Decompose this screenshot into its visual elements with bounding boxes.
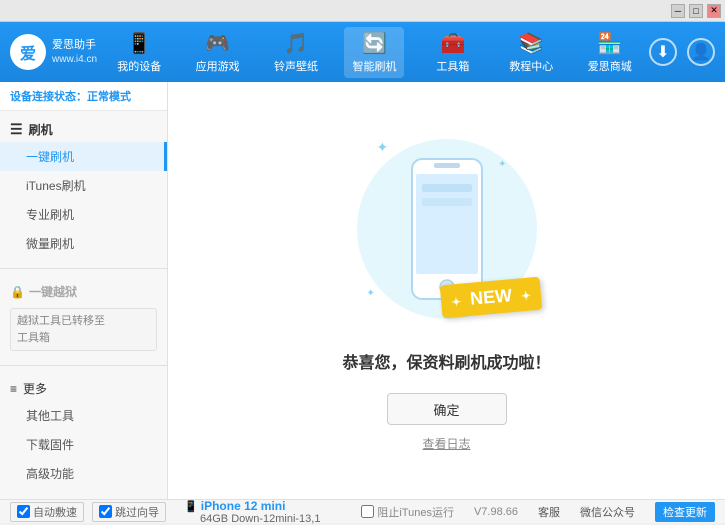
sidebar-item-itunes-flash[interactable]: iTunes刷机 bbox=[0, 171, 167, 200]
logo-icon: 爱 bbox=[10, 34, 46, 70]
nav-tutorial[interactable]: 📚 教程中心 bbox=[501, 27, 561, 78]
ringtone-label: 铃声壁纸 bbox=[274, 58, 318, 74]
title-bar: ─ □ ✕ bbox=[0, 0, 725, 22]
view-log-link[interactable]: 查看日志 bbox=[422, 435, 470, 452]
close-button[interactable]: ✕ bbox=[707, 4, 721, 18]
sidebar-divider-2 bbox=[0, 365, 167, 366]
stop-itunes-checkbox[interactable] bbox=[361, 505, 374, 518]
stop-itunes[interactable]: 阻止iTunes运行 bbox=[361, 504, 454, 520]
sidebar-item-download-firmware[interactable]: 下载固件 bbox=[0, 430, 167, 459]
flash-section-icon: ☰ bbox=[10, 121, 23, 138]
auto-flash-checkbox[interactable]: 自动敷速 bbox=[10, 502, 84, 522]
logo-text: 爱思助手 www.i4.cn bbox=[52, 38, 97, 65]
main-container: 设备连接状态：正常模式 ☰ 刷机 一键刷机 iTunes刷机 专业刷机 微量刷机 bbox=[0, 82, 725, 499]
sparkle-1: ✦ bbox=[377, 139, 389, 156]
window-controls[interactable]: ─ □ ✕ bbox=[671, 4, 721, 18]
smart-flash-label: 智能刷机 bbox=[352, 58, 396, 74]
skip-wizard-checkbox[interactable]: 跳过向导 bbox=[92, 502, 166, 522]
device-name: iPhone 12 mini bbox=[201, 499, 286, 513]
ringtone-icon: 🎵 bbox=[284, 31, 309, 56]
store-icon: 🏪 bbox=[597, 31, 622, 56]
check-update-button[interactable]: 检查更新 bbox=[655, 502, 715, 522]
customer-service-link[interactable]: 客服 bbox=[538, 504, 560, 520]
device-icon: 📱 bbox=[184, 501, 198, 513]
apps-games-icon: 🎮 bbox=[205, 31, 230, 56]
wechat-link[interactable]: 微信公众号 bbox=[580, 504, 635, 520]
user-button[interactable]: 👤 bbox=[687, 38, 715, 66]
auto-flash-input[interactable] bbox=[17, 505, 30, 518]
footer-right: 阻止iTunes运行 V7.98.66 客服 微信公众号 检查更新 bbox=[361, 502, 715, 522]
version-label: V7.98.66 bbox=[474, 506, 518, 518]
sidebar: 设备连接状态：正常模式 ☰ 刷机 一键刷机 iTunes刷机 专业刷机 微量刷机 bbox=[0, 82, 168, 499]
sidebar-jailbreak-section: 🔒 一键越狱 越狱工具已转移至工具箱 bbox=[0, 273, 167, 361]
sidebar-flash-section: ☰ 刷机 一键刷机 iTunes刷机 专业刷机 微量刷机 bbox=[0, 111, 167, 264]
my-device-label: 我的设备 bbox=[117, 58, 161, 74]
sparkle-2: ✦ bbox=[498, 159, 506, 170]
nav-toolbox[interactable]: 🧰 工具箱 bbox=[423, 27, 483, 78]
skip-wizard-input[interactable] bbox=[99, 505, 112, 518]
nav-right-buttons: ⬇ 👤 bbox=[649, 38, 715, 66]
more-icon: ≡ bbox=[10, 382, 17, 396]
minimize-button[interactable]: ─ bbox=[671, 4, 685, 18]
lock-icon: 🔒 bbox=[10, 285, 25, 299]
sidebar-item-one-click-flash[interactable]: 一键刷机 bbox=[0, 142, 167, 171]
sparkle-3: ✦ bbox=[367, 288, 375, 299]
download-button[interactable]: ⬇ bbox=[649, 38, 677, 66]
sidebar-item-advanced[interactable]: 高级功能 bbox=[0, 459, 167, 488]
content-area: ✦ ✦ ✦ NEW 恭喜您，保资料刷机成功啦！ 确定 bbox=[168, 82, 725, 499]
phone-illustration: ✦ ✦ ✦ NEW bbox=[347, 129, 547, 329]
header: 爱 爱思助手 www.i4.cn 📱 我的设备 🎮 应用游戏 🎵 铃声壁纸 🔄 … bbox=[0, 22, 725, 82]
apps-games-label: 应用游戏 bbox=[196, 58, 240, 74]
confirm-button[interactable]: 确定 bbox=[387, 393, 507, 425]
toolbox-label: 工具箱 bbox=[436, 58, 469, 74]
device-status: 设备连接状态：正常模式 bbox=[0, 82, 167, 111]
sidebar-more-section: ≡ 更多 其他工具 下载固件 高级功能 bbox=[0, 370, 167, 494]
smart-flash-icon: 🔄 bbox=[362, 31, 387, 56]
sidebar-item-pro-flash[interactable]: 专业刷机 bbox=[0, 200, 167, 229]
footer: 自动敷速 跳过向导 📱 iPhone 12 mini 64GB Down-12m… bbox=[0, 499, 725, 523]
sidebar-divider-1 bbox=[0, 268, 167, 269]
footer-left: 自动敷速 跳过向导 📱 iPhone 12 mini 64GB Down-12m… bbox=[10, 499, 320, 525]
jailbreak-notice: 越狱工具已转移至工具箱 bbox=[10, 308, 157, 351]
success-message: 恭喜您，保资料刷机成功啦！ bbox=[342, 349, 550, 373]
tutorial-label: 教程中心 bbox=[509, 58, 553, 74]
nav-smart-flash[interactable]: 🔄 智能刷机 bbox=[344, 27, 404, 78]
nav-store[interactable]: 🏪 爱思商城 bbox=[580, 27, 640, 78]
nav-ringtone[interactable]: 🎵 铃声壁纸 bbox=[266, 27, 326, 78]
nav-apps-games[interactable]: 🎮 应用游戏 bbox=[188, 27, 248, 78]
store-label: 爱思商城 bbox=[588, 58, 632, 74]
toolbox-icon: 🧰 bbox=[440, 31, 465, 56]
sidebar-item-other-tools[interactable]: 其他工具 bbox=[0, 401, 167, 430]
sidebar-item-micro-flash[interactable]: 微量刷机 bbox=[0, 229, 167, 258]
nav-my-device[interactable]: 📱 我的设备 bbox=[109, 27, 169, 78]
maximize-button[interactable]: □ bbox=[689, 4, 703, 18]
nav-bar: 📱 我的设备 🎮 应用游戏 🎵 铃声壁纸 🔄 智能刷机 🧰 工具箱 📚 教程中心… bbox=[100, 27, 649, 78]
logo: 爱 爱思助手 www.i4.cn bbox=[10, 34, 100, 70]
sidebar-more-header: ≡ 更多 bbox=[0, 376, 167, 401]
sidebar-flash-header: ☰ 刷机 bbox=[0, 117, 167, 142]
tutorial-icon: 📚 bbox=[519, 31, 544, 56]
footer-device-info: 📱 iPhone 12 mini 64GB Down-12mini-13,1 bbox=[184, 499, 320, 525]
sidebar-jailbreak-header: 🔒 一键越狱 bbox=[0, 279, 167, 304]
my-device-icon: 📱 bbox=[127, 31, 152, 56]
